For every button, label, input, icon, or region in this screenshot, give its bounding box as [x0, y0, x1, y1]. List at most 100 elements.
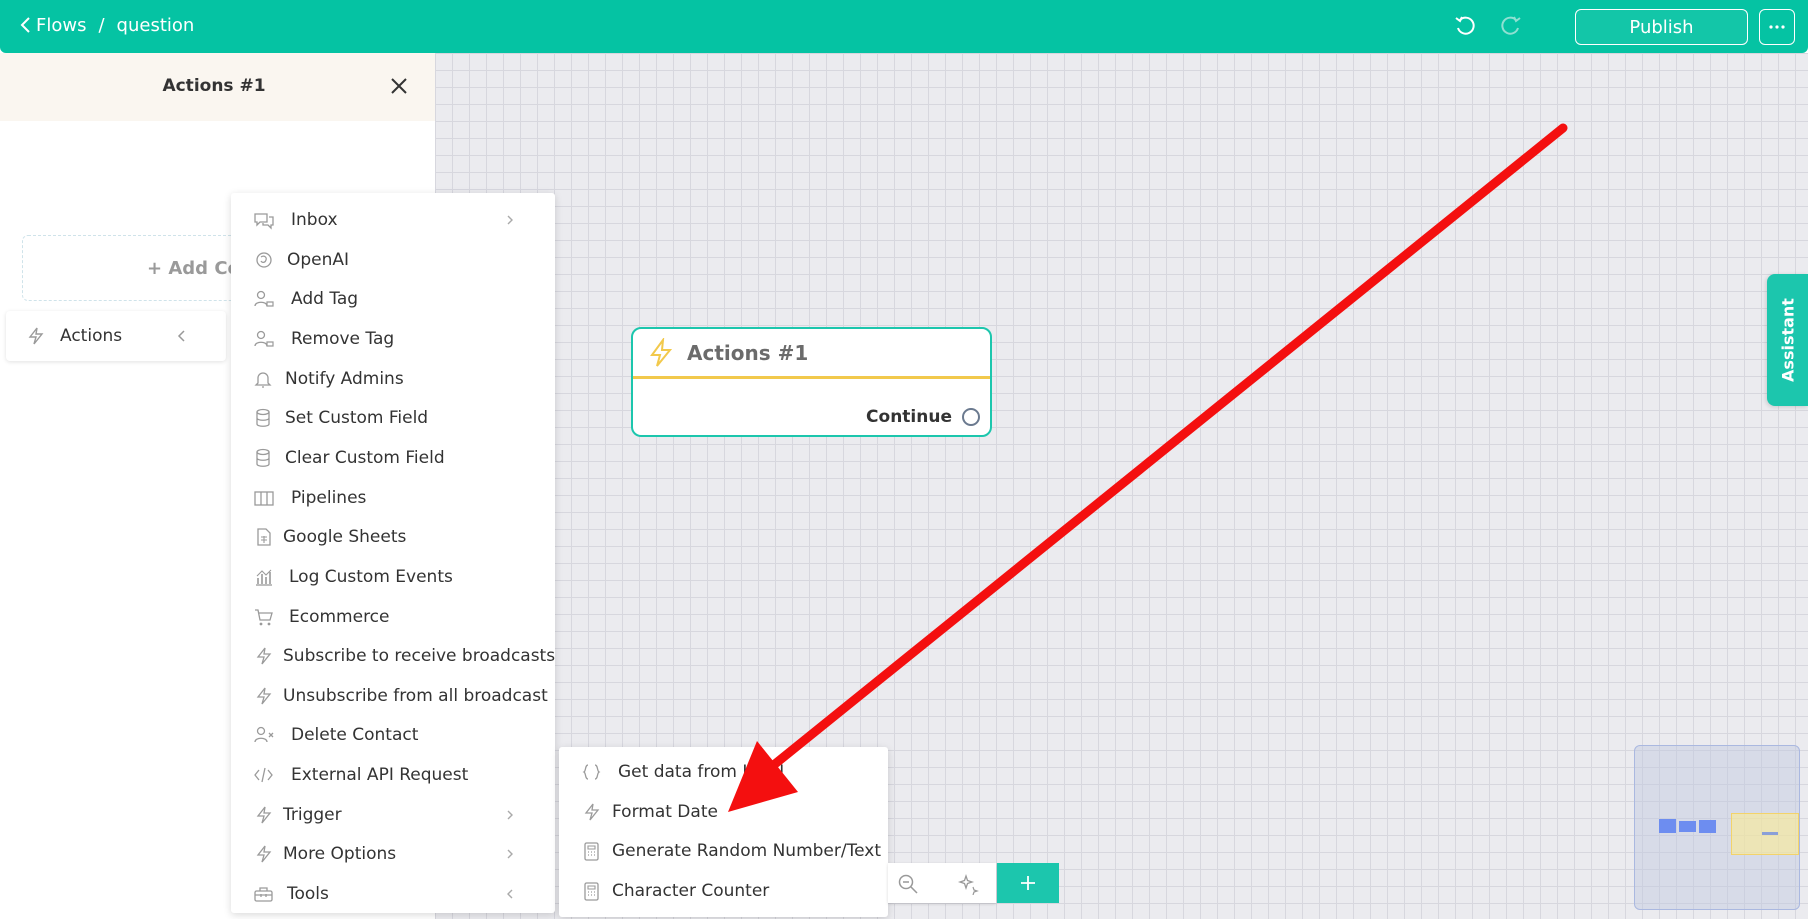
tools-submenu: Get data from JSON Format Date Generate Ra…	[559, 747, 888, 917]
chevron-right-icon	[507, 215, 513, 225]
zoom-controls	[888, 863, 996, 903]
breadcrumb-separator: /	[98, 14, 105, 36]
flow-name: question	[116, 14, 195, 36]
minimap-viewport[interactable]	[1731, 813, 1799, 855]
menu-item-pipelines[interactable]: Pipelines	[231, 479, 555, 517]
panel-title: Actions #1	[162, 76, 266, 96]
menu-item-label: Log Custom Events	[289, 566, 453, 587]
chart-icon	[256, 569, 272, 586]
menu-item-ecommerce[interactable]: Ecommerce	[231, 598, 555, 636]
add-condition-button[interactable]: + Add Co	[22, 235, 242, 301]
menu-item-remove-tag[interactable]: Remove Tag	[231, 320, 555, 358]
menu-item-label: More Options	[283, 844, 397, 865]
menu-item-label: Set Custom Field	[285, 408, 429, 429]
menu-item-unsubscribe-from-all-broadcast[interactable]: Unsubscribe from all broadcast	[231, 677, 555, 715]
assistant-label: Assistant	[1778, 298, 1797, 382]
menu-item-external-api-request[interactable]: External API Request	[231, 756, 555, 794]
minimap-node	[1659, 819, 1676, 833]
node-continue-label: Continue	[866, 407, 952, 427]
redo-icon[interactable]	[1499, 14, 1523, 38]
minimap-node	[1699, 820, 1716, 833]
cart-icon	[255, 608, 273, 625]
magic-wand-icon[interactable]	[957, 873, 979, 895]
database-icon	[256, 448, 270, 467]
undo-icon[interactable]	[1453, 14, 1477, 38]
submenu-item-label: Format Date	[612, 801, 718, 822]
toolbox-icon	[254, 887, 273, 902]
calculator-icon	[584, 842, 599, 861]
submenu-item-label: Generate Random Number/Text	[612, 841, 881, 861]
menu-item-label: Tools	[287, 884, 329, 905]
menu-item-trigger[interactable]: Trigger	[231, 796, 555, 834]
openai-icon	[256, 251, 272, 268]
actions-menu-trigger[interactable]: Actions	[6, 311, 226, 361]
menu-item-google-sheets[interactable]: Google Sheets	[231, 518, 555, 556]
close-icon[interactable]	[388, 75, 410, 97]
node-title: Actions #1	[687, 340, 809, 365]
menu-item-log-custom-events[interactable]: Log Custom Events	[231, 558, 555, 596]
submenu-item-format-date[interactable]: Format Date	[559, 793, 888, 831]
menu-item-more-options[interactable]: More Options	[231, 835, 555, 873]
menu-item-label: Pipelines	[291, 487, 367, 508]
minimap-node	[1679, 821, 1696, 832]
menu-item-label: Inbox	[291, 210, 338, 230]
menu-item-clear-custom-field[interactable]: Clear Custom Field	[231, 439, 555, 477]
menu-item-label: External API Request	[291, 765, 469, 786]
menu-item-inbox[interactable]: Inbox	[231, 201, 555, 239]
menu-item-tools[interactable]: Tools	[231, 875, 555, 913]
submenu-item-generate-random-number-text[interactable]: Generate Random Number/Text	[559, 832, 888, 870]
chevron-right-icon	[507, 849, 513, 859]
submenu-item-label: Character Counter	[612, 880, 770, 901]
assistant-tab[interactable]: Assistant	[1767, 274, 1808, 406]
menu-item-openai[interactable]: OpenAI	[231, 241, 555, 279]
code-icon	[254, 767, 273, 783]
minimap[interactable]	[1634, 745, 1800, 910]
chevron-left-icon	[507, 889, 513, 899]
sheet-icon	[257, 528, 271, 546]
submenu-item-character-counter[interactable]: Character Counter	[559, 872, 888, 910]
bolt-icon	[256, 806, 272, 824]
bolt-icon	[584, 803, 600, 820]
menu-item-delete-contact[interactable]: Delete Contact	[231, 716, 555, 754]
braces-icon	[582, 764, 601, 780]
node-output-port[interactable]	[962, 408, 980, 426]
breadcrumb: Flows / question	[18, 14, 194, 36]
actions-label: Actions	[60, 326, 123, 346]
chevron-right-icon	[507, 810, 513, 820]
menu-item-subscribe-to-receive-broadcasts[interactable]: Subscribe to receive broadcasts	[231, 637, 555, 675]
user-x-icon	[254, 727, 274, 743]
chevron-left-icon	[177, 330, 185, 342]
panel-header: Actions #1	[0, 53, 435, 121]
add-node-button[interactable]	[997, 863, 1059, 903]
minimap-node	[1762, 832, 1778, 835]
menu-item-label: Trigger	[283, 804, 342, 825]
columns-icon	[254, 490, 274, 506]
database-icon	[256, 409, 270, 428]
more-options-button[interactable]	[1759, 9, 1795, 45]
bolt-icon	[256, 845, 272, 863]
publish-button[interactable]: Publish	[1575, 9, 1748, 45]
menu-item-label: Notify Admins	[285, 368, 404, 389]
submenu-item-label: Get data from JSON	[618, 762, 785, 782]
ellipsis-icon	[1769, 25, 1785, 29]
bell-icon	[254, 372, 272, 388]
zoom-out-icon[interactable]	[897, 873, 919, 895]
back-to-flows-link[interactable]: Flows	[36, 15, 86, 36]
bolt-icon	[650, 337, 673, 367]
user-tag-icon	[254, 330, 274, 347]
submenu-item-get-data-from-json[interactable]: Get data from JSON	[559, 753, 888, 791]
user-tag-icon	[254, 291, 274, 307]
chat-icon	[254, 213, 274, 230]
menu-item-notify-admins[interactable]: Notify Admins	[231, 360, 555, 398]
menu-item-add-tag[interactable]: Add Tag	[231, 280, 555, 318]
menu-item-set-custom-field[interactable]: Set Custom Field	[231, 399, 555, 437]
menu-item-label: Clear Custom Field	[285, 447, 445, 468]
bolt-icon	[28, 327, 44, 345]
flow-node-actions[interactable]: Actions #1 Continue	[631, 327, 992, 437]
chevron-left-icon[interactable]	[18, 14, 34, 36]
node-header: Actions #1	[633, 329, 990, 379]
menu-item-label: Unsubscribe from all broadcast	[283, 685, 548, 706]
menu-item-label: Ecommerce	[289, 606, 390, 627]
top-bar: Flows / question Publish	[0, 0, 1808, 53]
bolt-icon	[256, 647, 272, 665]
